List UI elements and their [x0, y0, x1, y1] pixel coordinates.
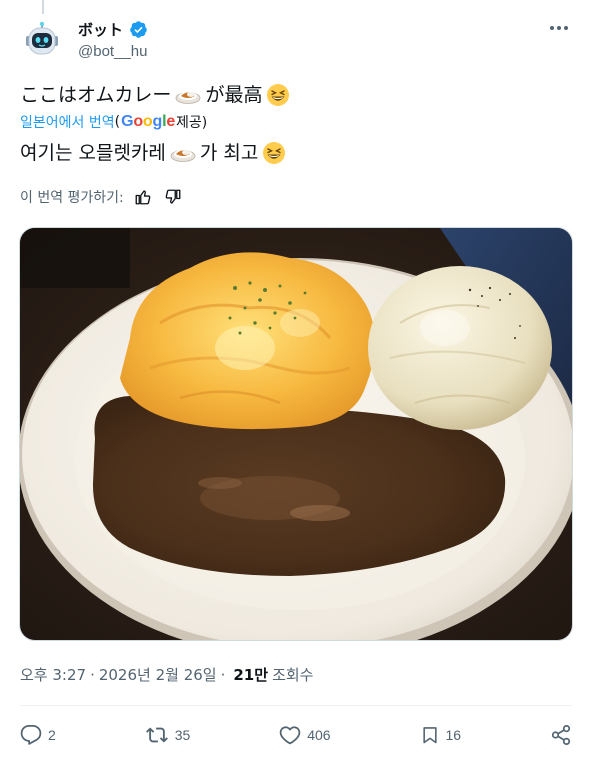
more-options-button[interactable] — [544, 18, 574, 38]
rate-translation-row: 이 번역 평가하기: — [20, 186, 184, 208]
curry-rice-emoji-icon — [176, 92, 201, 104]
repost-button[interactable]: 35 — [145, 724, 191, 746]
bookmark-count: 16 — [445, 727, 462, 743]
translated-text-part-1: 여기는 오믈렛카레 — [20, 142, 166, 164]
provider-prefix: ( — [114, 114, 121, 130]
translation-attribution: 일본어에서 번역 ( Google 제공) — [20, 112, 207, 132]
thumbs-down-button[interactable] — [162, 186, 184, 208]
provider-suffix: 제공) — [176, 115, 208, 131]
thumbs-up-icon — [135, 190, 151, 205]
views-count[interactable]: 21만 — [233, 664, 268, 685]
repost-count: 35 — [174, 727, 191, 743]
heart-icon — [279, 726, 301, 745]
share-button[interactable] — [550, 724, 572, 746]
tweet-photo[interactable] — [19, 227, 573, 641]
meta-separator: · — [90, 665, 95, 684]
meta-separator: · — [220, 665, 226, 684]
tweet-actions: 2 35 406 16 — [20, 722, 572, 748]
divider — [20, 705, 572, 706]
thread-connector-line — [42, 0, 44, 14]
robot-icon — [26, 21, 58, 55]
tweet-date[interactable]: 2026년 2월 26일 — [99, 664, 217, 685]
thumbs-up-button[interactable] — [132, 186, 154, 208]
grinning-squinting-face-icon — [267, 84, 290, 106]
translated-from-japanese-link[interactable]: 일본어에서 번역 — [20, 112, 115, 132]
avatar[interactable] — [20, 18, 64, 62]
more-horizontal-icon — [550, 26, 568, 30]
tweet-text-part-2: が最高 — [205, 84, 263, 106]
reply-button[interactable]: 2 — [20, 724, 56, 746]
tweet-text: ここはオムカレー が最高 — [20, 82, 294, 108]
translated-text: 여기는 오믈렛카레 가 최고 — [20, 140, 290, 166]
tweet-text-part-1: ここはオムカレー — [20, 84, 172, 106]
grinning-squinting-face-icon — [263, 142, 286, 164]
share-icon — [551, 724, 571, 746]
verified-badge-icon — [130, 20, 147, 38]
repost-icon — [145, 727, 168, 743]
tweet-meta: 오후 3:27 · 2026년 2월 26일 · 21만 조회수 — [20, 664, 313, 685]
bookmark-button[interactable]: 16 — [420, 724, 462, 746]
like-button[interactable]: 406 — [279, 724, 331, 746]
display-name[interactable]: ボット — [78, 19, 123, 40]
user-handle[interactable]: @bot__hu — [78, 43, 148, 60]
tweet-header: ボット @bot__hu — [20, 18, 574, 62]
bookmark-icon — [422, 727, 437, 744]
tweet-time[interactable]: 오후 3:27 — [20, 664, 86, 685]
translated-text-part-2: 가 최고 — [199, 142, 259, 164]
google-logo: Google — [121, 113, 176, 130]
rate-translation-label: 이 번역 평가하기: — [20, 190, 124, 206]
views-label: 조회수 — [272, 666, 314, 684]
curry-rice-emoji-icon — [170, 150, 196, 162]
omelette-curry-photo — [20, 228, 572, 640]
like-count: 406 — [307, 727, 331, 743]
reply-icon — [20, 724, 42, 745]
thumbs-down-icon — [165, 189, 181, 204]
reply-count: 2 — [48, 727, 56, 743]
